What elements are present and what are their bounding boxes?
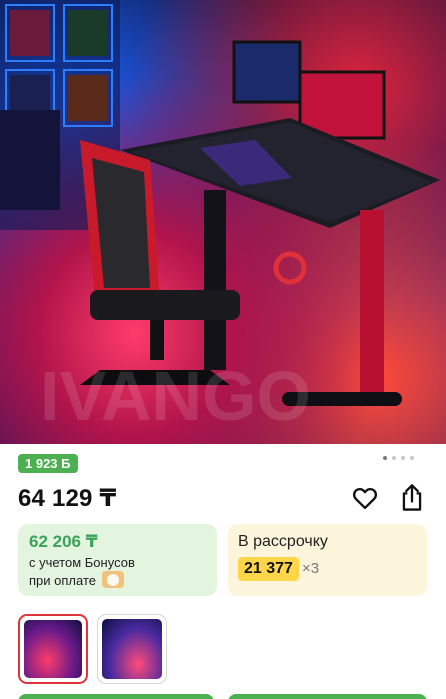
buy-now-button[interactable]: [228, 694, 427, 699]
bonus-coin-icon: [102, 571, 124, 588]
gallery-thumbnail[interactable]: [97, 614, 167, 684]
installment-multiplier: ×3: [302, 560, 320, 577]
gallery-dot[interactable]: [392, 456, 396, 460]
share-button[interactable]: [398, 483, 426, 513]
gallery-dot[interactable]: [401, 456, 405, 460]
heart-icon: [352, 487, 378, 510]
product-price: 64 129 ₸: [18, 485, 117, 512]
gallery-pagination: [383, 456, 414, 460]
product-photo-illustration: IVANGO: [0, 0, 440, 435]
gallery-thumbnail-selected[interactable]: [18, 614, 88, 684]
svg-text:IVANGO: IVANGO: [40, 357, 311, 435]
installment-amount: 21 377: [238, 557, 299, 581]
bonus-points-badge: 1 923 Б: [18, 454, 78, 473]
bonus-price-caption-line2: при оплате: [29, 573, 96, 588]
favorite-button[interactable]: [351, 484, 379, 512]
bonus-price-card[interactable]: 62 206 ₸ с учетом Бонусов при оплате: [18, 524, 217, 596]
add-to-cart-button[interactable]: [18, 694, 214, 699]
bonus-price-amount: 62 206 ₸: [29, 532, 98, 551]
thumbnail-image: [102, 619, 162, 679]
installment-card[interactable]: В рассрочку 21 377 ×3: [228, 524, 427, 596]
share-icon: [402, 484, 422, 511]
product-image[interactable]: IVANGO: [0, 0, 446, 444]
bonus-price-caption-line1: с учетом Бонусов: [29, 555, 135, 570]
gallery-dot[interactable]: [410, 456, 414, 460]
thumbnail-image: [24, 620, 82, 678]
gallery-dot[interactable]: [383, 456, 387, 460]
installment-label: В рассрочку: [238, 533, 328, 550]
